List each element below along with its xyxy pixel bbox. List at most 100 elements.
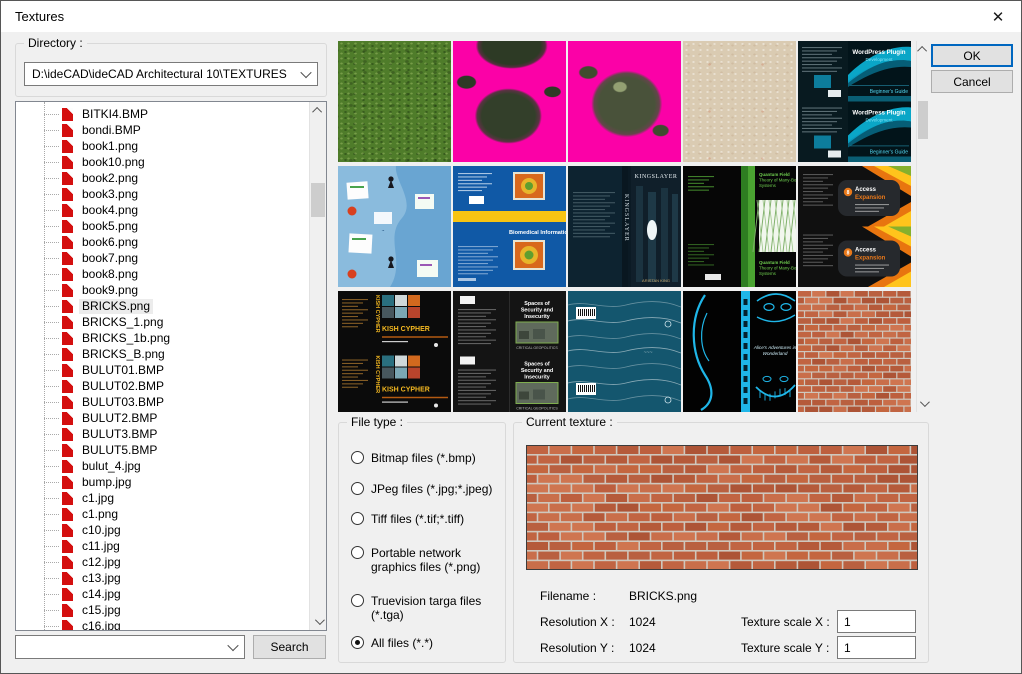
file-list-item[interactable]: BRICKS_1.png (16, 314, 309, 330)
file-icon (62, 124, 73, 137)
biomedical-informatics-book-thumbnail[interactable]: Biomedical Informatics (453, 166, 566, 287)
scroll-up-icon[interactable] (310, 102, 326, 119)
file-list-item[interactable]: BITKI4.BMP (16, 106, 309, 122)
kingslayer-book-thumbnail[interactable]: KINGSLAYER KINGSLAYER ARISTAN KING (568, 166, 681, 287)
bricks-texture-thumbnail[interactable] (798, 291, 911, 412)
file-list-item[interactable]: c1.png (16, 506, 309, 522)
alice-in-wonderland-book-thumbnail[interactable]: Alice's Adventures in Wonderland (683, 291, 796, 412)
bush-texture-thumbnail[interactable] (453, 41, 566, 162)
file-type-option[interactable]: Truevision targa files (*.tga) (351, 594, 499, 622)
scroll-down-icon[interactable] (917, 395, 929, 412)
radio-button-icon[interactable] (351, 546, 364, 559)
file-type-option[interactable]: Tiff files (*.tif;*.tiff) (351, 512, 499, 526)
file-icon (62, 204, 73, 217)
grass-texture-thumbnail[interactable] (338, 41, 451, 162)
radio-button-icon[interactable] (351, 636, 364, 649)
file-list-item[interactable]: book5.png (16, 218, 309, 234)
thumbnail-grid-scrollbar[interactable] (916, 41, 929, 412)
file-list-item[interactable]: c12.jpg (16, 554, 309, 570)
file-name: book7.png (79, 251, 141, 266)
current-texture-group: Current texture : Filename : BRICKS.png … (513, 422, 929, 663)
file-list-item[interactable]: bulut_4.jpg (16, 458, 309, 474)
file-name: c13.jpg (79, 571, 124, 586)
file-list-item[interactable]: c13.jpg (16, 570, 309, 586)
file-list-item[interactable]: BULUT01.BMP (16, 362, 309, 378)
file-list-item[interactable]: book10.png (16, 154, 309, 170)
access-expansion-book-thumbnail[interactable]: 8 Access Expansion 8 Access Expansion (798, 166, 911, 287)
svg-text:KISH CYPHER: KISH CYPHER (382, 326, 430, 333)
cancel-button[interactable]: Cancel (931, 70, 1013, 93)
file-list-item[interactable]: c16.jpg (16, 618, 309, 630)
paper-texture-thumbnail[interactable] (683, 41, 796, 162)
file-list-item[interactable]: c10.jpg (16, 522, 309, 538)
texture-scale-y-input[interactable] (837, 636, 916, 659)
close-icon[interactable]: ✕ (987, 7, 1009, 27)
svg-text:Expansion: Expansion (855, 256, 886, 262)
file-type-option[interactable]: All files (*.*) (351, 636, 499, 650)
file-icon (62, 156, 73, 169)
file-list-item[interactable]: book4.png (16, 202, 309, 218)
file-list-item[interactable]: BRICKS_B.png (16, 346, 309, 362)
file-type-group: File type : Bitmap files (*.bmp)JPeg fil… (338, 422, 506, 663)
radio-button-icon[interactable] (351, 482, 364, 495)
directory-combobox[interactable]: D:\ideCAD\ideCAD Architectural 10\TEXTUR… (24, 62, 318, 86)
file-list-item[interactable]: c15.jpg (16, 602, 309, 618)
file-list-item[interactable]: BULUT03.BMP (16, 394, 309, 410)
svg-text:Wonderland: Wonderland (763, 351, 788, 356)
file-list-item[interactable]: BRICKS_1b.png (16, 330, 309, 346)
tree-top-texture-thumbnail[interactable] (568, 41, 681, 162)
ok-button[interactable]: OK (931, 44, 1013, 67)
file-type-option[interactable]: JPeg files (*.jpg;*.jpeg) (351, 482, 499, 496)
file-type-option[interactable]: Portable network graphics files (*.png) (351, 546, 499, 574)
svg-text:Expansion: Expansion (855, 195, 886, 201)
file-list-item[interactable]: bump.jpg (16, 474, 309, 490)
file-list-item[interactable]: c11.jpg (16, 538, 309, 554)
resolution-x-label: Resolution X : (540, 615, 615, 629)
file-name: book10.png (79, 155, 148, 170)
file-list[interactable]: BITKI4.BMPbondi.BMPbook1.pngbook10.pngbo… (15, 101, 327, 631)
file-name: c10.jpg (79, 523, 124, 538)
svg-text:Insecurity: Insecurity (524, 375, 549, 381)
file-list-item[interactable]: c14.jpg (16, 586, 309, 602)
file-list-scrollbar[interactable] (309, 102, 326, 630)
file-list-item[interactable]: book3.png (16, 186, 309, 202)
chevron-down-icon[interactable] (295, 63, 317, 85)
file-list-item[interactable]: book7.png (16, 250, 309, 266)
texture-scale-x-input[interactable] (837, 610, 916, 633)
search-combobox[interactable] (15, 635, 245, 659)
file-list-item[interactable]: book6.png (16, 234, 309, 250)
kish-cypher-book-thumbnail[interactable]: KISH CYPHER KISH CYPHER KISH CYPHER KISH… (338, 291, 451, 412)
search-button[interactable]: Search (253, 635, 326, 659)
thumbnail-scrollbar-thumb[interactable] (918, 101, 928, 139)
wordpress-plugin-book-thumbnail[interactable]: WordPress Plugin Development Beginner's … (798, 41, 911, 162)
file-list-item[interactable]: BULUT3.BMP (16, 426, 309, 442)
file-list-item[interactable]: BULUT02.BMP (16, 378, 309, 394)
file-list-item[interactable]: book8.png (16, 266, 309, 282)
file-icon (62, 300, 73, 313)
spaces-of-security-book-thumbnail[interactable]: Spaces of Security and Insecurity CRITIC… (453, 291, 566, 412)
file-list-item[interactable]: BULUT5.BMP (16, 442, 309, 458)
quantum-field-theory-book-thumbnail[interactable]: Quantum Field Theory of Many-Body System… (683, 166, 796, 287)
blue-wave-book-thumbnail[interactable]: ~~~ (568, 291, 681, 412)
radio-button-icon[interactable] (351, 451, 364, 464)
chevron-down-icon[interactable] (222, 636, 244, 658)
children-picture-book-thumbnail[interactable]: ~ (338, 166, 451, 287)
file-list-item[interactable]: BULUT2.BMP (16, 410, 309, 426)
file-icon (62, 364, 73, 377)
radio-button-icon[interactable] (351, 512, 364, 525)
radio-button-icon[interactable] (351, 594, 364, 607)
file-icon (62, 540, 73, 553)
file-name: book1.png (79, 139, 141, 154)
file-type-option[interactable]: Bitmap files (*.bmp) (351, 451, 499, 465)
svg-text:~~~: ~~~ (644, 350, 653, 356)
file-list-item[interactable]: book1.png (16, 138, 309, 154)
file-list-item[interactable]: c1.jpg (16, 490, 309, 506)
file-list-scrollbar-thumb[interactable] (311, 183, 325, 217)
file-list-item[interactable]: BRICKS.png (16, 298, 309, 314)
file-list-item[interactable]: book2.png (16, 170, 309, 186)
scroll-down-icon[interactable] (310, 613, 326, 630)
file-list-item[interactable]: book9.png (16, 282, 309, 298)
scroll-up-icon[interactable] (917, 41, 929, 58)
svg-text:Systems: Systems (759, 183, 777, 188)
file-list-item[interactable]: bondi.BMP (16, 122, 309, 138)
